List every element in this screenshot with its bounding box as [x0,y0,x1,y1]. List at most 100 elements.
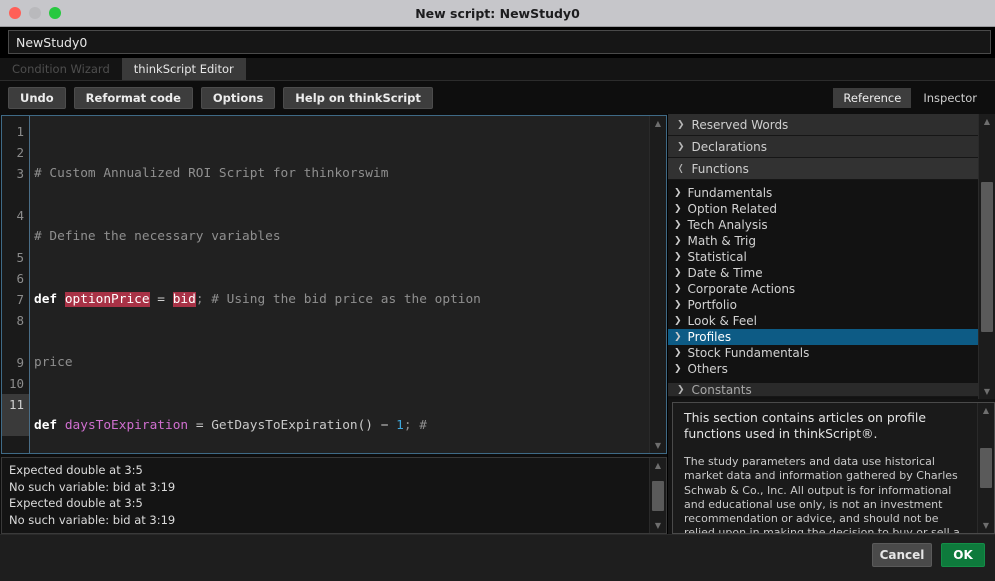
editor-pane: 1 2 3 4 5 6 7 8 9 10 11 # Custom Annuali… [0,114,667,534]
scroll-down-icon[interactable]: ▼ [651,438,666,453]
code-editor-area: 1 2 3 4 5 6 7 8 9 10 11 # Custom Annuali… [0,114,667,454]
function-group-stock-fundamentals[interactable]: ❯ Stock Fundamentals [668,345,978,361]
function-group-statistical[interactable]: ❯ Statistical [668,249,978,265]
description-lead: This section contains articles on profil… [684,410,926,441]
code-comment: # Custom Annualized ROI Script for think… [34,166,389,181]
help-on-thinkscript-button[interactable]: Help on thinkScript [283,86,433,109]
error-console: Expected double at 3:5 No such variable:… [1,457,667,534]
description-panel: This section contains articles on profil… [672,402,995,534]
function-group-option-related[interactable]: ❯ Option Related [668,201,978,217]
tab-thinkscript-editor[interactable]: thinkScript Editor [121,58,246,80]
scroll-up-icon[interactable]: ▲ [651,458,666,473]
function-group-others[interactable]: ❯ Others [668,361,978,377]
scroll-down-icon[interactable]: ▼ [651,518,666,533]
line-number: 5 [16,250,24,265]
function-group-look-feel[interactable]: ❯ Look & Feel [668,313,978,329]
tab-inspector[interactable]: Inspector [913,88,987,108]
function-group-math-trig[interactable]: ❯ Math & Trig [668,233,978,249]
window-title: New script: NewStudy0 [415,5,580,21]
error-item: No such variable: bid at 3:19 [9,512,176,527]
line-number: 2 [16,145,24,160]
code-line: price [34,352,649,373]
close-button[interactable] [9,7,21,19]
window-controls [0,7,61,19]
code-keyword: def [34,418,65,433]
tree-section-reserved-words[interactable]: ❯ Reserved Words [668,114,978,136]
editor-toolbar: Undo Reformat code Options Help on think… [0,81,995,114]
scrollbar-thumb[interactable] [980,448,992,488]
zoom-button[interactable] [49,7,61,19]
function-group-label: Portfolio [687,298,737,312]
scroll-up-icon[interactable]: ▲ [980,114,995,129]
reference-tree-area: ❯ Reserved Words ❯ Declarations ❬ Functi… [668,114,995,399]
code-editor[interactable]: 1 2 3 4 5 6 7 8 9 10 11 # Custom Annuali… [1,115,667,454]
chevron-right-icon: ❯ [674,188,682,198]
description-vertical-scrollbar[interactable]: ▲ ▼ [977,403,994,533]
scrollbar-thumb[interactable] [981,181,993,332]
dialog-footer: Cancel OK [0,534,995,575]
chevron-right-icon: ❯ [674,348,682,358]
window-titlebar: New script: NewStudy0 [0,0,995,27]
tree-section-declarations[interactable]: ❯ Declarations [668,136,978,158]
study-name-bar [0,27,995,58]
chevron-down-icon: ❬ [677,163,685,174]
code-error-token: bid [172,292,196,307]
chevron-right-icon: ❯ [674,364,682,374]
options-button[interactable]: Options [200,86,276,109]
undo-button[interactable]: Undo [8,86,66,109]
error-item: No such variable: bid at 3:19 [9,479,176,494]
chevron-right-icon: ❯ [677,384,685,395]
function-group-label: Look & Feel [687,314,757,328]
function-group-portfolio[interactable]: ❯ Portfolio [668,297,978,313]
code-line: # Custom Annualized ROI Script for think… [34,163,649,184]
scroll-up-icon[interactable]: ▲ [651,116,666,131]
code-number: 1 [396,418,404,433]
minimize-button[interactable] [29,7,41,19]
reference-tree: ❯ Reserved Words ❯ Declarations ❬ Functi… [668,114,978,399]
tab-reference[interactable]: Reference [833,87,912,108]
tree-section-label: Declarations [691,139,767,154]
line-number: 9 [16,355,24,370]
tab-condition-wizard[interactable]: Condition Wizard [0,58,122,80]
line-number: 1 [16,124,24,139]
error-vertical-scrollbar[interactable]: ▲ ▼ [649,458,666,533]
code-comment: ; # [403,418,427,433]
line-number-gutter: 1 2 3 4 5 6 7 8 9 10 11 [2,116,30,453]
function-group-corporate-actions[interactable]: ❯ Corporate Actions [668,281,978,297]
function-group-tech-analysis[interactable]: ❯ Tech Analysis [668,217,978,233]
chevron-right-icon: ❯ [674,220,682,230]
code-text[interactable]: # Custom Annualized ROI Script for think… [30,116,649,453]
chevron-right-icon: ❯ [674,284,682,294]
function-group-date-time[interactable]: ❯ Date & Time [668,265,978,281]
reformat-code-button[interactable]: Reformat code [73,86,193,109]
line-number: 4 [16,208,24,223]
chevron-right-icon: ❯ [674,332,682,342]
ok-button[interactable]: OK [941,543,985,567]
editor-vertical-scrollbar[interactable]: ▲ ▼ [649,116,666,453]
chevron-right-icon: ❯ [674,236,682,246]
scrollbar-thumb[interactable] [652,480,664,511]
scroll-up-icon[interactable]: ▲ [979,403,994,418]
function-group-label: Math & Trig [687,234,757,248]
function-group-label: Corporate Actions [687,282,796,296]
description-body: The study parameters and data use histor… [684,455,960,533]
function-group-profiles[interactable]: ❯ Profiles [668,329,978,345]
line-number-wrap [2,415,29,436]
chevron-right-icon: ❯ [674,204,682,214]
tree-section-functions[interactable]: ❬ Functions [668,158,978,180]
cancel-button[interactable]: Cancel [872,543,932,567]
function-group-label: Stock Fundamentals [687,346,810,360]
tab-thinkscript-editor-label: thinkScript Editor [133,62,234,76]
function-group-label: Others [687,362,728,376]
error-list: Expected double at 3:5 No such variable:… [2,458,649,533]
scrollbar-track[interactable] [650,131,666,438]
function-group-label: Statistical [687,250,747,264]
study-name-input[interactable] [8,30,991,54]
tree-vertical-scrollbar[interactable]: ▲ ▼ [978,114,995,399]
line-number-wrap [2,184,29,205]
scroll-down-icon[interactable]: ▼ [980,384,995,399]
function-group-fundamentals[interactable]: ❯ Fundamentals [668,185,978,201]
tree-section-constants[interactable]: ❯ Constants [668,383,978,397]
scroll-down-icon[interactable]: ▼ [979,518,994,533]
code-line: def optionPrice = bid; # Using the bid p… [34,289,649,310]
